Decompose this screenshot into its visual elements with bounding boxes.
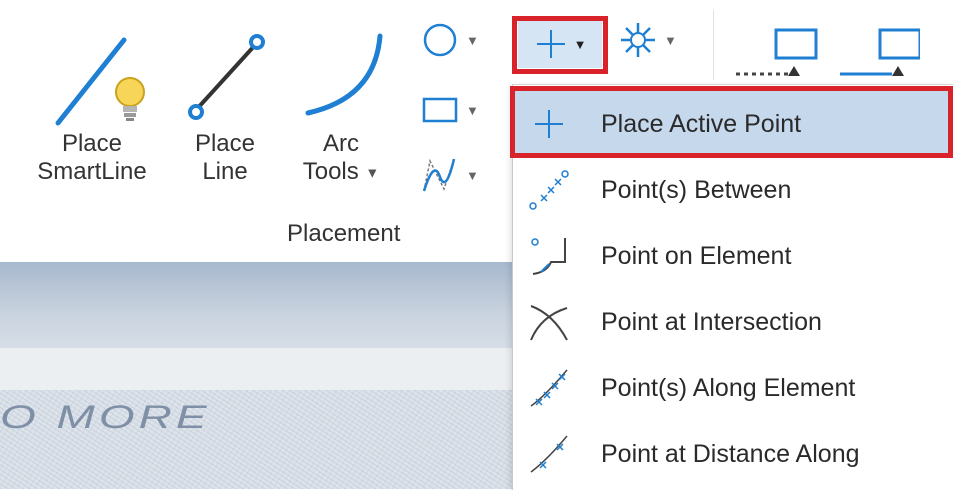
line-icon bbox=[188, 34, 265, 120]
point-on-element-icon bbox=[531, 238, 566, 275]
arc-tools-label-2: Tools bbox=[302, 158, 359, 185]
circle-icon bbox=[423, 23, 457, 57]
menu-item-label: Point at Distance Along bbox=[601, 439, 860, 468]
menu-item-point-at-distance-along[interactable]: Point at Distance Along bbox=[513, 421, 953, 487]
chevron-down-icon: ▼ bbox=[466, 32, 479, 48]
point-button-highlight bbox=[512, 16, 608, 74]
menu-item-points-along-element[interactable]: Point(s) Along Element bbox=[513, 355, 953, 421]
chevron-down-icon: ▼ bbox=[664, 32, 677, 48]
display-rect-icon[interactable] bbox=[732, 26, 822, 86]
place-smartline-label-2: SmartLine bbox=[37, 158, 147, 185]
active-item-highlight bbox=[510, 86, 953, 158]
menu-item-label: Point at Intersection bbox=[601, 307, 822, 336]
view-toolbar bbox=[0, 348, 512, 390]
menu-item-point-on-element[interactable]: Point on Element bbox=[513, 223, 953, 289]
distance-along-icon bbox=[530, 435, 568, 473]
place-line-label-2: Line bbox=[202, 158, 248, 185]
chevron-down-icon: ▼ bbox=[466, 102, 479, 118]
place-line-button[interactable]: Place Line bbox=[180, 20, 270, 210]
menu-item-points-between[interactable]: Point(s) Between bbox=[513, 157, 953, 223]
arc-tools-label-1: Arc bbox=[323, 130, 359, 157]
smartline-bulb-icon bbox=[55, 37, 145, 126]
ribbon-divider bbox=[713, 10, 714, 80]
chevron-down-icon: ▼ bbox=[466, 167, 479, 183]
points-along-icon bbox=[530, 369, 568, 407]
place-line-label-1: Place bbox=[194, 130, 256, 157]
points-between-icon bbox=[529, 170, 569, 210]
place-smartline-button[interactable]: Place SmartLine bbox=[12, 20, 172, 210]
rectangle-button[interactable]: ▼ bbox=[420, 90, 479, 130]
menu-item-label: Point(s) Between bbox=[601, 175, 792, 204]
chevron-down-icon: ▼ bbox=[365, 164, 380, 181]
circle-button[interactable]: ▼ bbox=[420, 20, 479, 60]
menu-item-label: Point on Element bbox=[601, 241, 792, 270]
placement-group-label: Placement bbox=[287, 220, 401, 247]
point-options-button[interactable]: ▼ bbox=[618, 20, 677, 60]
sun-icon bbox=[621, 23, 655, 57]
intersection-icon bbox=[530, 305, 568, 341]
view-titlebar bbox=[0, 262, 512, 348]
arc-tools-button[interactable]: Arc Tools ▼ bbox=[282, 20, 400, 210]
bspline-icon bbox=[422, 158, 456, 192]
menu-item-label: Point(s) Along Element bbox=[601, 373, 856, 402]
rectangle-icon bbox=[422, 97, 458, 123]
display-rect-icon[interactable] bbox=[840, 26, 920, 86]
arc-icon bbox=[305, 33, 383, 116]
background-partial-text: O MORE bbox=[0, 398, 211, 436]
bspline-button[interactable]: ▼ bbox=[420, 155, 479, 195]
menu-item-point-at-intersection[interactable]: Point at Intersection bbox=[513, 289, 953, 355]
place-smartline-label-1: Place bbox=[61, 130, 123, 157]
